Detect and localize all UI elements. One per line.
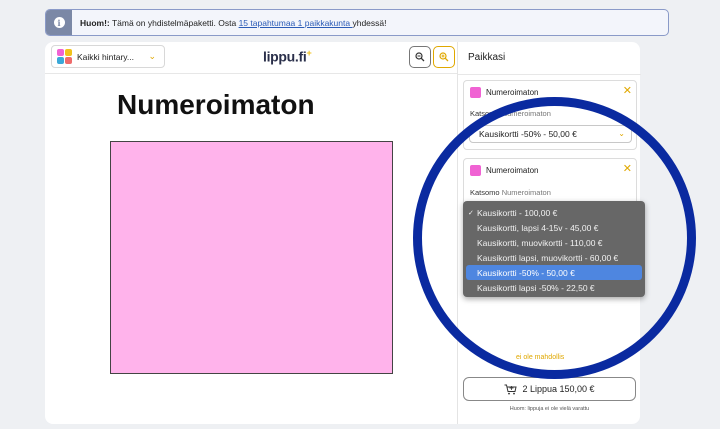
notice-message: Huom!: Tämä on yhdistelmäpaketti. Osta 1… [72, 18, 387, 28]
option-label: Kausikortti lapsi, muovikortti - 60,00 € [477, 252, 619, 263]
close-icon[interactable]: ✕ [623, 162, 632, 175]
check-icon: ✓ [468, 209, 474, 217]
price-filter-dropdown[interactable]: Kaikki hintary... ⌄ [51, 45, 165, 68]
ticket-type-dropdown: ✓ Kausikortti - 100,00 € Kausikortti, lap… [463, 201, 645, 297]
dropdown-option[interactable]: Kausikortti lapsi -50% - 22,50 € [466, 280, 642, 295]
seating-area[interactable] [110, 141, 393, 374]
seat-title: Numeroimaton [470, 165, 538, 176]
dropdown-option[interactable]: Kausikortti lapsi, muovikortti - 60,00 € [466, 250, 642, 265]
chevron-down-icon: ⌄ [618, 129, 625, 138]
seat-area-value: Numeroimaton [501, 188, 551, 197]
info-icon: i [46, 10, 72, 35]
seat-area-label: Katsomo [470, 109, 500, 118]
zoom-out-button[interactable] [409, 46, 431, 68]
section-title: Numeroimaton [117, 89, 315, 120]
price-filter-label: Kaikki hintary... [77, 51, 135, 62]
notice-banner: i Huom!: Tämä on yhdistelmäpaketti. Osta… [45, 9, 669, 36]
seat-color-swatch [470, 165, 481, 176]
notice-text: Tämä on yhdistelmäpaketti. Osta [109, 17, 239, 28]
seat-area: Katsomo Numeroimaton [470, 109, 551, 118]
option-label: Kausikortti - 100,00 € [477, 207, 558, 218]
ticket-type-value: Kausikortti -50% - 50,00 € [479, 129, 577, 139]
option-label: Kausikortti, lapsi 4-15v - 45,00 € [477, 222, 599, 233]
notice-link[interactable]: 15 tapahtumaa 1 paikkakunta [239, 18, 353, 28]
cart-icon [504, 384, 518, 394]
logo-text: lippu.fi [263, 48, 307, 65]
map-toolbar: Kaikki hintary... ⌄ lippu.fi+ [45, 42, 457, 74]
chevron-down-icon: ⌄ [148, 51, 156, 61]
option-label: Kausikortti, muovikortti - 110,00 € [477, 237, 603, 248]
option-label: Kausikortti lapsi -50% - 22,50 € [477, 282, 595, 293]
zoom-in-button[interactable] [433, 46, 455, 68]
seat-area-label: Katsomo [470, 188, 500, 197]
seat-color-swatch [470, 87, 481, 98]
dropdown-option[interactable]: Kausikortti, muovikortti - 110,00 € [466, 235, 642, 250]
cart-button-label: 2 Lippua 150,00 € [522, 384, 595, 394]
seat-name: Numeroimaton [486, 166, 539, 175]
divider [458, 74, 641, 75]
panel-heading: Paikkasi [468, 52, 506, 63]
seat-area-value: Numeroimaton [501, 109, 551, 118]
seat-card: Numeroimaton ✕ Katsomo Numeroimaton Kaus… [463, 80, 637, 150]
zoom-in-icon [439, 52, 449, 62]
logo: lippu.fi+ [263, 48, 312, 65]
option-label: Kausikortti -50% - 50,00 € [477, 267, 575, 278]
seat-title: Numeroimaton [470, 87, 538, 98]
seat-area: Katsomo Numeroimaton [470, 188, 551, 197]
ticket-type-select[interactable]: Kausikortti -50% - 50,00 € ⌄ [469, 125, 632, 143]
seat-name: Numeroimaton [486, 88, 539, 97]
seat-map-panel: Kaikki hintary... ⌄ lippu.fi+ Numeroimat… [45, 42, 457, 424]
notice-bold: Huom!: [80, 17, 110, 28]
dropdown-option-highlighted[interactable]: Kausikortti -50% - 50,00 € [466, 265, 642, 280]
cart-button[interactable]: 2 Lippua 150,00 € [463, 377, 636, 401]
dropdown-option[interactable]: ✓ Kausikortti - 100,00 € [466, 205, 642, 220]
close-icon[interactable]: ✕ [623, 84, 632, 97]
logo-mark: + [306, 48, 312, 58]
warning-text: ei ole mahdollis [516, 354, 565, 361]
dropdown-option[interactable]: Kausikortti, lapsi 4-15v - 45,00 € [466, 220, 642, 235]
price-category-icon [57, 49, 72, 64]
notice-text-end: yhdessä! [352, 17, 387, 28]
zoom-out-icon [415, 52, 425, 62]
footnote: Huom: lippuja ei ole vielä varattu [509, 406, 590, 412]
